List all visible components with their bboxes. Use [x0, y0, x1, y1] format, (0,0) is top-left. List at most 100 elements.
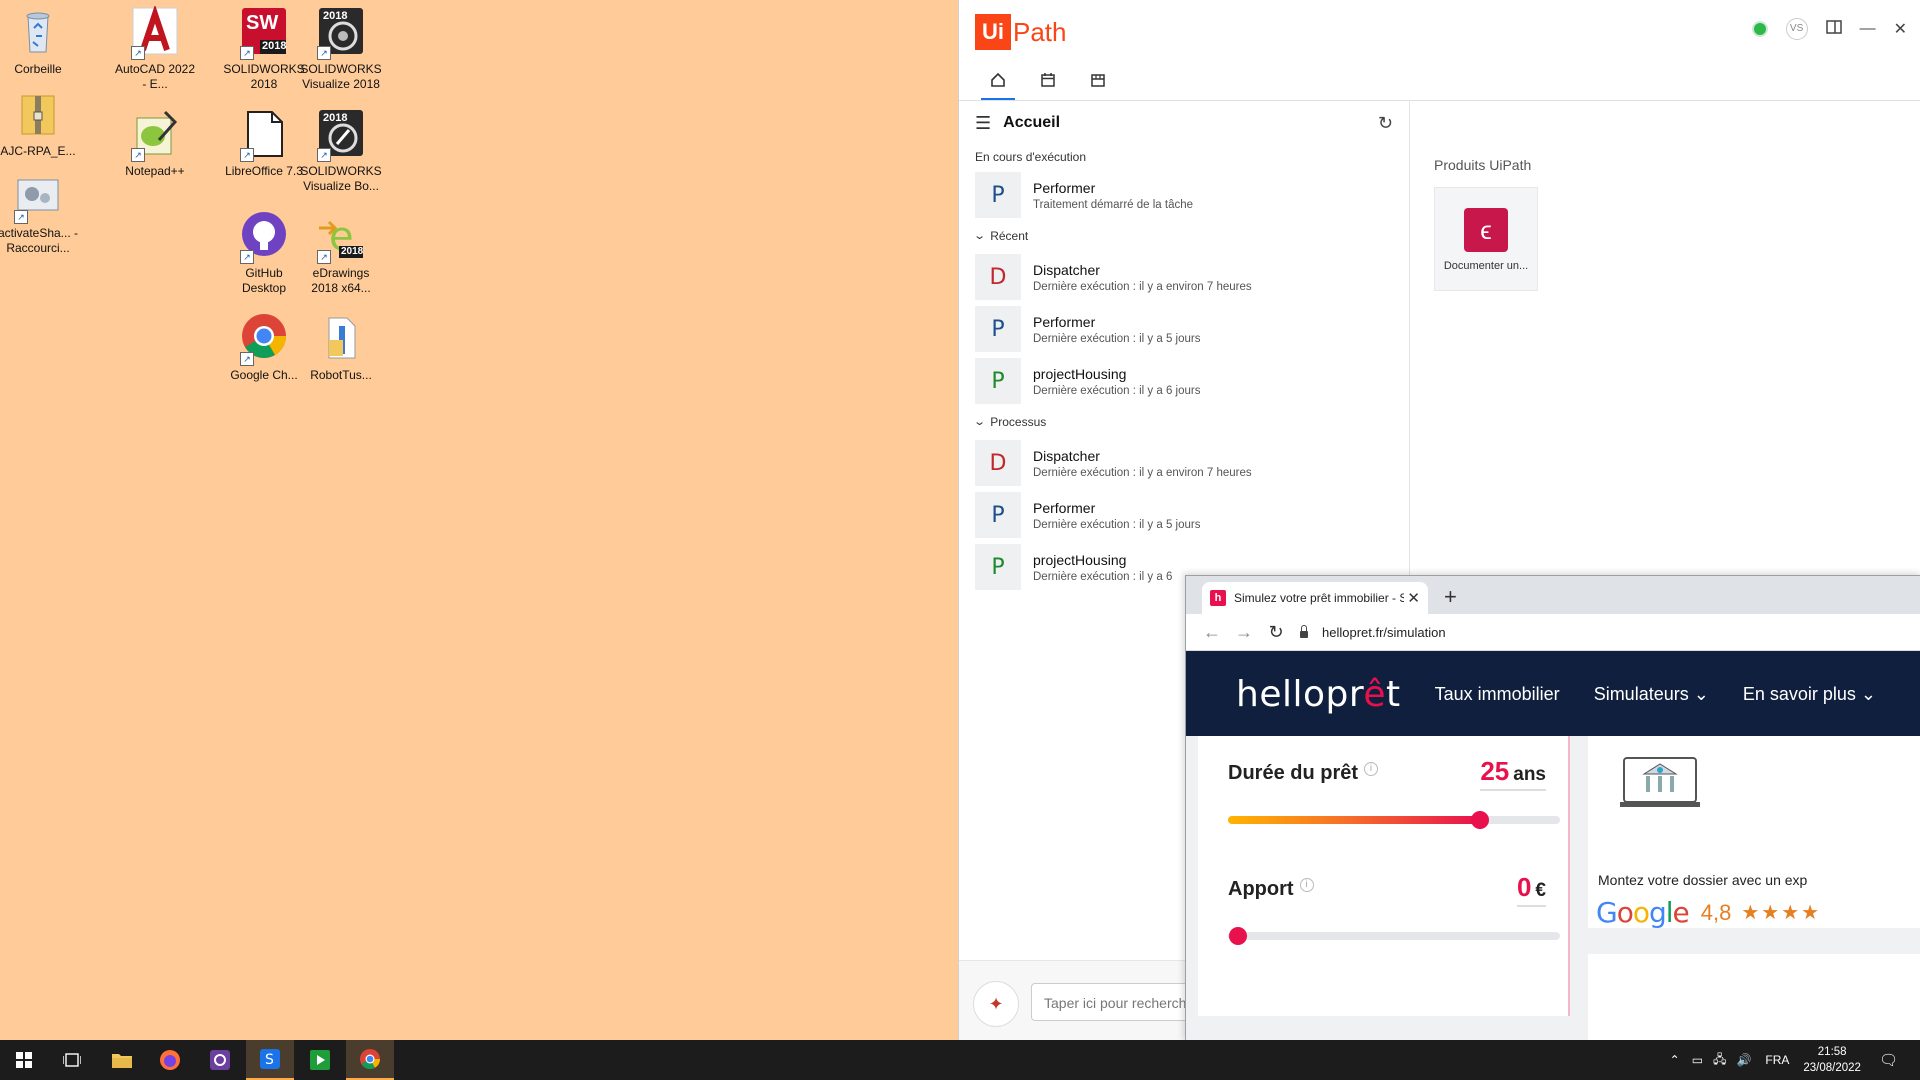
process-initial-badge: P: [975, 544, 1021, 590]
process-initial-badge: P: [975, 172, 1021, 218]
device-icon[interactable]: ▭: [1692, 1053, 1703, 1067]
product-card-documenter[interactable]: ϵ Documenter un...: [1434, 187, 1538, 291]
nav-en-savoir-plus[interactable]: En savoir plus ⌄: [1743, 684, 1876, 705]
layout-toggle-icon[interactable]: [1825, 19, 1842, 39]
notepadpp-icon: ↗: [129, 108, 181, 162]
process-row[interactable]: PprojectHousing Dernière exécution : il y…: [959, 355, 1409, 407]
status-dot-icon[interactable]: [1751, 21, 1768, 37]
hamburger-menu-icon[interactable]: ☰: [975, 113, 991, 134]
process-row[interactable]: D Dispatcher Dernière exécution : il y a e…: [959, 437, 1409, 489]
desktop-icon-corbeille[interactable]: Corbeille: [0, 0, 80, 77]
desktop-icon-ajc-rpa[interactable]: AJC-RPA_E...: [0, 82, 80, 159]
hellopret-logo[interactable]: helloprêt: [1236, 674, 1401, 715]
browser-tabstrip: h Simulez votre prêt immobilier - S ✕ +: [1186, 576, 1920, 614]
process-row[interactable]: P Performer Dernière exécution : il y a 5 …: [959, 303, 1409, 355]
taskbar-uipath-assistant[interactable]: S: [246, 1040, 294, 1080]
year-badge: 2018: [341, 246, 364, 257]
volume-icon[interactable]: 🔊: [1736, 1053, 1751, 1067]
forward-arrow-icon[interactable]: →: [1228, 622, 1260, 643]
minimize-icon[interactable]: —: [1860, 20, 1876, 38]
apport-value-field[interactable]: 0 €: [1516, 872, 1546, 907]
duree-label-wrap: Durée du prêt i: [1228, 762, 1379, 785]
process-row[interactable]: P Performer Traitement démarré de la tâche: [959, 169, 1409, 221]
nav-label: En savoir plus: [1742, 683, 1856, 704]
back-arrow-icon[interactable]: ←: [1196, 622, 1228, 643]
tab-calendar[interactable]: [1023, 60, 1073, 100]
address-bar[interactable]: hellopret.fr/simulation: [1300, 624, 1446, 640]
desktop-icon-label: LibreOffice 7.3: [225, 164, 303, 178]
new-tab-icon[interactable]: +: [1444, 584, 1457, 610]
close-icon[interactable]: ✕: [1894, 19, 1907, 39]
desktop-icon-edrawings[interactable]: e 2018 ↗ eDrawings 2018 x64...: [299, 204, 383, 296]
clock-date: 23/08/2022: [1803, 1062, 1861, 1074]
duree-slider[interactable]: [1228, 811, 1560, 829]
desktop-icon-notepadpp[interactable]: ↗ Notepad++: [113, 102, 197, 179]
rating-value: 4,8: [1700, 899, 1732, 925]
task-view-button[interactable]: [48, 1040, 96, 1080]
info-icon[interactable]: i: [1364, 762, 1379, 776]
close-tab-icon[interactable]: ✕: [1407, 589, 1420, 607]
browser-tab[interactable]: h Simulez votre prêt immobilier - S ✕: [1202, 582, 1428, 614]
processes-section-toggle[interactable]: ⌄ Processus: [959, 407, 1409, 437]
tray-expand-icon[interactable]: ⌃: [1670, 1053, 1680, 1067]
simulator-card: Durée du prêt i 25 ans Apport i 0 €: [1198, 736, 1570, 1016]
language-indicator[interactable]: FRA: [1765, 1053, 1789, 1067]
desktop-icon-libreoffice[interactable]: ↗ LibreOffice 7.3: [222, 102, 306, 179]
taskbar-file-explorer[interactable]: [98, 1040, 146, 1080]
google-letter: l: [1665, 896, 1674, 929]
duree-slider-thumb[interactable]: [1471, 811, 1490, 829]
notification-icon[interactable]: 🗨: [1879, 1051, 1898, 1069]
url-text: hellopret.fr/simulation: [1322, 624, 1446, 640]
nav-simulateurs[interactable]: Simulateurs ⌄: [1594, 684, 1709, 705]
desktop-icon-solidworks[interactable]: SW 2018 ↗ SOLIDWORKS 2018: [222, 0, 306, 92]
process-text: Performer Dernière exécution : il y a 5 j…: [1033, 314, 1200, 345]
refresh-icon[interactable]: ↻: [1378, 113, 1393, 134]
desktop-icon-robottus[interactable]: RobotTus...: [299, 306, 383, 383]
apport-slider[interactable]: [1228, 927, 1560, 945]
sw-visualize-boost-icon: 2018 ↗: [315, 108, 367, 162]
taskbar-uipath-studio[interactable]: [196, 1040, 244, 1080]
duree-label: Durée du prêt: [1228, 762, 1359, 784]
desktop-icon-chrome[interactable]: ↗ Google Ch...: [222, 306, 306, 383]
desktop-icon-github[interactable]: ↗ GitHub Desktop: [222, 204, 306, 296]
taskbar-chrome[interactable]: [346, 1040, 394, 1080]
tab-home[interactable]: [973, 60, 1023, 100]
chevron-down-icon: ⌄: [973, 416, 987, 428]
desktop-icon-label: eDrawings 2018 x64...: [311, 266, 371, 295]
recent-section-toggle[interactable]: ⌄ Récent: [959, 221, 1409, 251]
process-text: projectHousing Dernière exécution : il y …: [1033, 366, 1200, 397]
windows-taskbar: S ⌃ ▭ 🖧 🔊 FRA 21:58 23/08/2022 🗨: [0, 1040, 1920, 1080]
user-avatar[interactable]: VS: [1785, 18, 1808, 40]
taskbar-firefox[interactable]: [146, 1040, 194, 1080]
desktop-icon-sw-visualize[interactable]: 2018 ↗ SOLIDWORKS Visualize 2018: [299, 0, 383, 92]
process-row[interactable]: D Dispatcher Dernière exécution : il y a e…: [959, 251, 1409, 303]
desktop-icon-label: AJC-RPA_E...: [0, 144, 76, 158]
desktop-icon-sw-visualize-boost[interactable]: 2018 ↗ SOLIDWORKS Visualize Bo...: [299, 102, 383, 194]
info-icon[interactable]: i: [1299, 878, 1314, 892]
process-row[interactable]: P Performer Dernière exécution : il y a 5 …: [959, 489, 1409, 541]
solidworks-icon: SW 2018 ↗: [238, 6, 290, 60]
assistant-robot-icon[interactable]: ✦: [973, 981, 1019, 1027]
network-icon[interactable]: 🖧: [1713, 1050, 1726, 1071]
chrome-icon: ↗: [238, 312, 290, 366]
uipath-logo: Ui Path: [975, 14, 1067, 50]
duree-value-field[interactable]: 25 ans: [1480, 756, 1546, 791]
process-name: Performer: [1033, 179, 1096, 196]
advisor-promo-card: Montez votre dossier avec un exp Google …: [1588, 736, 1920, 929]
media-player-icon: [310, 1050, 330, 1070]
duree-slider-fill: [1228, 816, 1481, 824]
apport-slider-thumb[interactable]: [1228, 927, 1247, 945]
reload-icon[interactable]: ↻: [1260, 622, 1292, 643]
tab-marketplace[interactable]: [1073, 60, 1123, 100]
desktop-icon-label: RobotTus...: [310, 368, 372, 382]
google-letter: o: [1632, 896, 1650, 929]
libreoffice-icon: ↗: [238, 108, 290, 162]
desktop-icon-activate-shortcut[interactable]: ↗ activateSha... - Raccourci...: [0, 164, 80, 256]
clock[interactable]: 21:58 23/08/2022: [1803, 1044, 1861, 1076]
product-card-label: Documenter un...: [1443, 260, 1529, 272]
taskbar-media-app[interactable]: [296, 1040, 344, 1080]
desktop-icon-autocad[interactable]: ↗ AutoCAD 2022 - E...: [113, 0, 197, 92]
nav-taux-immobilier[interactable]: Taux immobilier: [1435, 684, 1560, 705]
process-initial-badge: P: [975, 306, 1021, 352]
start-button[interactable]: [0, 1040, 48, 1080]
